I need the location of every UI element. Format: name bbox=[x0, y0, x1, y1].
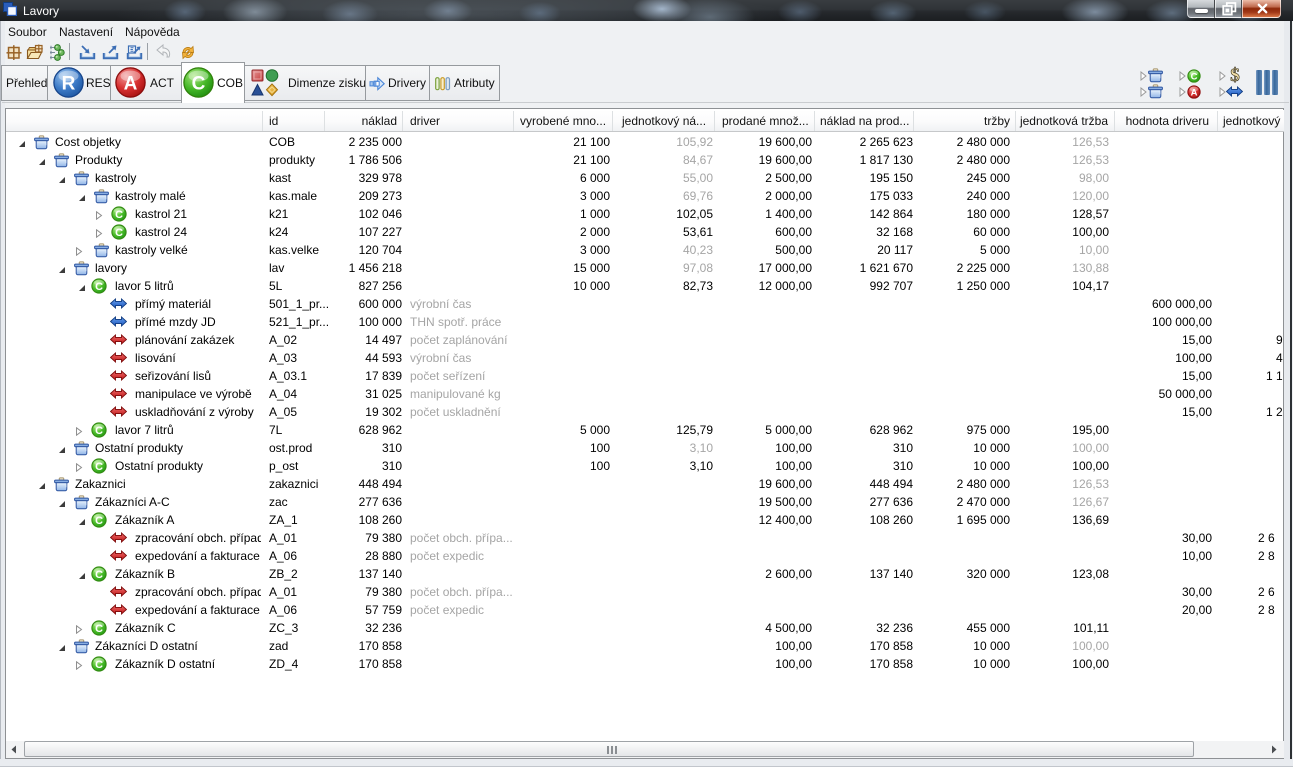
svg-text:C: C bbox=[1191, 72, 1198, 83]
svg-text:A: A bbox=[1191, 88, 1198, 99]
svg-text:C: C bbox=[95, 659, 103, 671]
svg-text:C: C bbox=[95, 569, 103, 581]
svg-text:R: R bbox=[62, 74, 76, 95]
svg-text:C: C bbox=[95, 461, 103, 473]
svg-text:C: C bbox=[95, 623, 103, 635]
svg-text:C: C bbox=[192, 74, 206, 95]
svg-text:C: C bbox=[95, 515, 103, 527]
svg-text:C: C bbox=[115, 227, 123, 239]
svg-text:C: C bbox=[115, 209, 123, 221]
svg-text:$: $ bbox=[1230, 65, 1240, 85]
svg-text:C: C bbox=[95, 425, 103, 437]
svg-text:C: C bbox=[95, 281, 103, 293]
svg-text:A: A bbox=[124, 74, 138, 95]
